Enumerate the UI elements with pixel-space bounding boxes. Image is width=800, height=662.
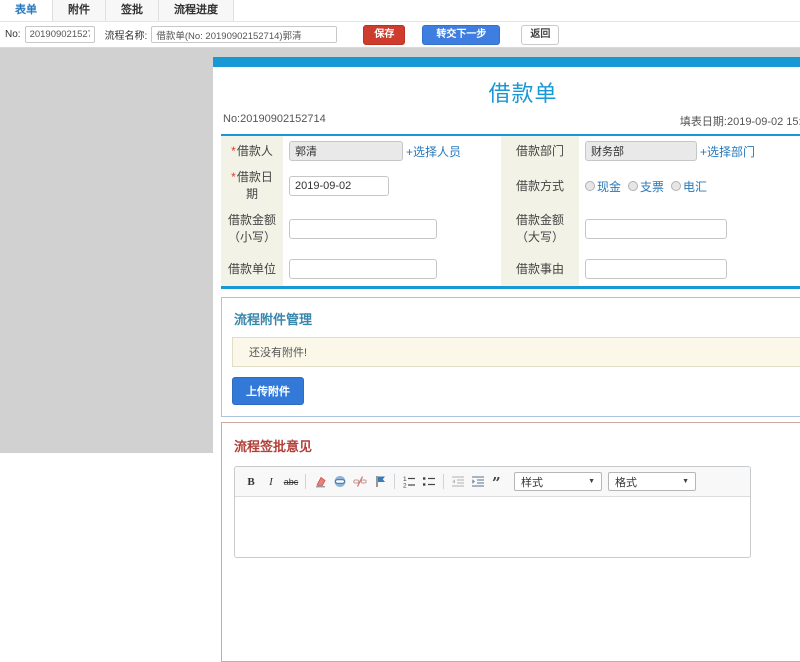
fill-date: 填表日期:2019-09-02 15:27:1 [679,116,800,128]
department-label: 借款部门 [501,136,579,166]
radio-wire-transfer[interactable]: 电汇 [671,178,707,195]
tab-form[interactable]: 表单 [0,0,53,21]
toolbar-separator [443,474,444,489]
save-button[interactable]: 保存 [363,24,406,45]
panel-top-accent-bar [213,57,800,67]
chevron-down-icon: ▼ [682,478,689,485]
radio-circle-icon[interactable] [628,181,639,191]
outdent-icon[interactable] [449,474,467,490]
amount-uppercase-input[interactable] [585,219,727,239]
process-name-input[interactable] [151,26,338,43]
editor-content-area[interactable] [235,497,750,557]
amount-lowercase-input[interactable] [289,219,437,239]
numbered-list-icon[interactable]: 12 [400,474,418,490]
process-name-label: 流程名称: [104,31,148,42]
borrower-label: *借款人 [221,136,283,166]
approval-section-title: 流程签批意见 [234,439,313,454]
amount-uppercase-label: 借款金额（大写） [501,206,579,252]
anchor-flag-icon[interactable] [371,474,389,490]
department-cell: +选择部门 [579,136,800,166]
blockquote-icon[interactable]: ” [489,474,507,490]
tab-bar: 表单 附件 签批 流程进度 [0,0,800,22]
remove-format-icon[interactable] [311,474,329,490]
toolbar-separator [394,474,395,489]
style-select[interactable]: 样式 ▼ [514,472,602,491]
bulleted-list-icon[interactable] [420,474,438,490]
required-asterisk: * [231,143,236,158]
approval-section: 流程签批意见 B I abc 1 2 ” 样式 ▼ 格式 ▼ [221,422,800,662]
radio-circle-icon[interactable] [585,181,595,191]
select-person-link[interactable]: +选择人员 [406,143,461,160]
loan-date-label: *借款日期 [221,166,283,206]
borrower-input[interactable] [289,141,403,161]
form-meta-row: No:20190902152714 填表日期:2019-09-02 15:27:… [213,113,800,134]
indent-icon[interactable] [469,474,487,490]
document-number: No:20190902152714 [223,113,326,125]
strikethrough-icon[interactable]: abc [282,474,300,490]
no-label: No: [5,29,21,40]
upload-attachment-button[interactable]: 上传附件 [232,377,304,405]
back-button[interactable]: 返回 [521,24,560,45]
loan-unit-label: 借款单位 [221,252,283,286]
select-department-link[interactable]: +选择部门 [700,143,755,160]
transfer-next-step-button[interactable]: 转交下一步 [422,24,501,45]
loan-date-input[interactable] [289,176,389,196]
loan-form-panel: 借款单 No:20190902152714 填表日期:2019-09-02 15… [213,57,800,662]
no-input[interactable] [24,26,95,43]
borrower-cell: +选择人员 [283,136,501,166]
workspace-background: 借款单 No:20190902152714 填表日期:2019-09-02 15… [0,48,800,662]
action-toolbar: No: 流程名称: 保存 转交下一步 返回 [0,22,800,48]
loan-reason-cell [579,252,800,286]
amount-lowercase-cell [283,206,501,252]
bold-icon[interactable]: B [242,474,260,490]
loan-method-cell: 现金 支票 电汇 [579,166,800,206]
loan-method-radio-group: 现金 支票 电汇 [585,178,714,195]
toolbar-separator [305,474,306,489]
attachments-section-title: 流程附件管理 [234,312,313,327]
tab-process-progress[interactable]: 流程进度 [159,0,234,21]
tab-attachments[interactable]: 附件 [53,0,106,21]
loan-unit-cell [283,252,501,286]
loan-form-table: *借款人 +选择人员 借款部门 +选择部门 *借款日期 借款方式 [221,134,800,289]
attachments-section: 流程附件管理 还没有附件! 上传附件 [221,297,800,417]
required-asterisk: * [231,170,236,184]
amount-lowercase-label: 借款金额（小写） [221,206,283,252]
rich-text-editor: B I abc 1 2 ” 样式 ▼ 格式 ▼ [234,466,751,558]
radio-circle-icon[interactable] [671,181,682,191]
svg-text:”: ” [492,475,501,489]
loan-reason-input[interactable] [585,259,727,279]
loan-date-cell [283,166,501,206]
loan-reason-label: 借款事由 [501,252,579,286]
chevron-down-icon: ▼ [588,478,595,485]
italic-icon[interactable]: I [262,474,280,490]
amount-uppercase-cell [579,206,800,252]
no-attachments-message: 还没有附件! [232,337,800,367]
format-select[interactable]: 格式 ▼ [608,472,696,491]
unlink-icon[interactable] [351,474,369,490]
page-title: 借款单 [488,81,558,106]
radio-cash[interactable]: 现金 [585,178,621,195]
loan-method-label: 借款方式 [501,166,579,206]
department-input[interactable] [585,141,697,161]
tab-approval[interactable]: 签批 [106,0,159,21]
radio-cheque[interactable]: 支票 [628,178,664,195]
link-icon[interactable] [331,474,349,490]
svg-text:2: 2 [403,483,407,489]
editor-toolbar: B I abc 1 2 ” 样式 ▼ 格式 ▼ [235,467,750,497]
loan-unit-input[interactable] [289,259,437,279]
